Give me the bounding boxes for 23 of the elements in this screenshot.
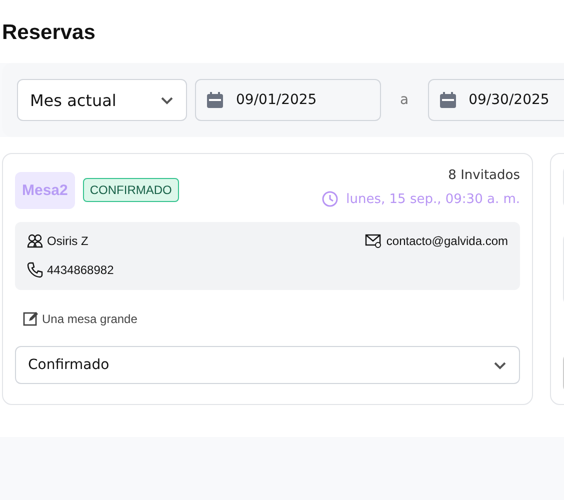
period-select[interactable]: Mes actual	[17, 79, 187, 121]
people-icon	[27, 234, 43, 248]
status-badge: CONFIRMADO	[82, 178, 179, 202]
envelope-icon	[365, 234, 382, 248]
contact-phone: 4434868982	[47, 263, 114, 277]
calendar-icon	[206, 91, 224, 109]
start-date-field[interactable]: 09/01/2025	[195, 79, 381, 121]
guest-count: 8 Invitados	[448, 168, 520, 183]
chevron-down-icon	[160, 94, 174, 106]
end-date-field[interactable]: 09/30/2025	[428, 79, 564, 121]
edit-icon	[23, 311, 38, 326]
status-select[interactable]: Confirmado	[15, 346, 520, 384]
reservation-note: Una mesa grande	[42, 312, 138, 326]
table-tag: Mesa2	[15, 172, 75, 208]
calendar-icon	[438, 91, 457, 109]
phone-icon	[27, 262, 43, 278]
range-separator: a	[400, 92, 409, 108]
page-title: Reservas	[0, 0, 564, 63]
contact-name: Osiris Z	[47, 234, 88, 248]
reservation-datetime: lunes, 15 sep., 09:30 a. m.	[346, 192, 520, 206]
contact-email: contacto@galvida.com	[386, 234, 508, 248]
clock-icon	[322, 191, 338, 207]
chevron-down-icon	[493, 360, 507, 370]
